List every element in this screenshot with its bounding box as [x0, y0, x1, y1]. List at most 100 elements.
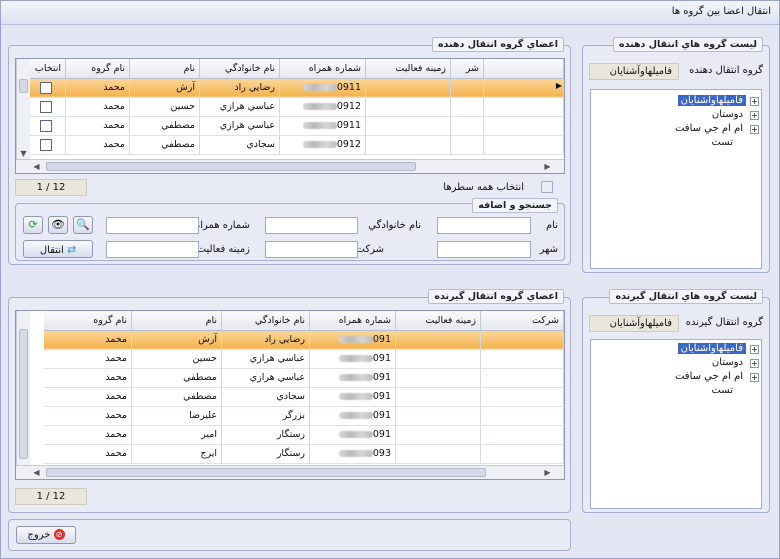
target-pager: 1 / 12: [15, 488, 87, 505]
table-row[interactable]: محمد ايرج رستگار 093: [43, 444, 564, 464]
redacted-digits: [338, 412, 373, 419]
window-title: انتقال اعضا بين گروه ها: [671, 6, 771, 17]
company-input[interactable]: [265, 241, 358, 258]
activity-label: زمينه فعاليت: [196, 244, 250, 255]
tree-node-mmgsoft[interactable]: + ام ام جي سافت: [599, 123, 759, 136]
source-groups-panel: ليست گروه هاي انتقال دهنده گروه انتقال د…: [582, 37, 770, 273]
tree-node-family[interactable]: + فاميلهاوآشنايان: [599, 343, 759, 356]
column-header[interactable]: نام خانوادگي: [221, 311, 310, 331]
source-members-title: اعضاي گروه انتقال دهنده: [431, 37, 564, 52]
source-horizontal-scrollbar[interactable]: ◀ ▶: [16, 159, 564, 173]
scroll-left-icon[interactable]: ◀: [32, 468, 41, 477]
column-header[interactable]: نام گروه: [43, 311, 132, 331]
column-header[interactable]: شركت: [480, 311, 564, 331]
exit-icon: ⊘: [53, 529, 65, 540]
redacted-digits: [338, 450, 373, 457]
city-label: شهر: [539, 244, 558, 255]
column-header[interactable]: نام: [131, 311, 222, 331]
scroll-left-icon[interactable]: ◀: [32, 162, 41, 171]
source-members-panel: اعضاي گروه انتقال دهنده انتخاب نام گروه …: [8, 37, 571, 265]
mobile-input[interactable]: [106, 217, 199, 234]
column-header[interactable]: شماره همراه: [279, 59, 366, 79]
table-row[interactable]: محمد مصطفي سجادي 091: [43, 387, 564, 407]
table-row[interactable]: محمد امير رستگار 091: [43, 425, 564, 445]
source-members-grid[interactable]: انتخاب نام گروه نام نام خانوادگي شماره ه…: [15, 58, 565, 174]
mobile-label: شماره همراه: [194, 220, 250, 231]
expand-icon[interactable]: +: [750, 359, 759, 368]
search-button[interactable]: 🔍: [73, 216, 93, 234]
target-group-tree[interactable]: + فاميلهاوآشنايان + دوستان + ام ام جي سا…: [590, 339, 762, 509]
view-button[interactable]: 👁: [48, 216, 68, 234]
column-header[interactable]: شر: [450, 59, 484, 79]
target-members-grid[interactable]: نام گروه نام نام خانوادگي شماره همراه زم…: [15, 310, 565, 480]
source-vertical-scrollbar[interactable]: ▼: [16, 59, 30, 160]
column-header[interactable]: شماره همراه: [309, 311, 396, 331]
source-group-combo[interactable]: فاميلهاوآشنايان: [589, 63, 679, 80]
expand-icon[interactable]: +: [750, 373, 759, 382]
tree-node-friends[interactable]: + دوستان: [599, 357, 759, 370]
table-row[interactable]: محمد آرش رضايي راد 091: [43, 330, 564, 350]
refresh-button[interactable]: ⟳: [23, 216, 43, 234]
table-row[interactable]: محمد مصطفي عباسي هرازي 091: [43, 368, 564, 388]
column-header[interactable]: زمينه فعاليت: [395, 311, 481, 331]
table-row[interactable]: محمد آرش رضايي راد 0911: [27, 78, 564, 98]
transfer-button[interactable]: انتقال ⇄: [23, 240, 93, 258]
table-row[interactable]: محمد حسين عباسي هرازي 091: [43, 349, 564, 369]
scroll-down-icon[interactable]: ▼: [19, 149, 28, 158]
target-members-panel: اعضاي گروه انتقال گيرنده نام گروه نام نا…: [8, 289, 571, 513]
target-horizontal-scrollbar[interactable]: ◀ ▶: [16, 465, 564, 479]
row-checkbox[interactable]: [40, 138, 53, 151]
table-row[interactable]: محمد مصطفي سجادي 0912: [27, 135, 564, 155]
target-groups-panel: ليست گروه هاي انتقال گيرنده گروه انتقال …: [582, 289, 770, 513]
scroll-right-icon[interactable]: ▶: [543, 162, 552, 171]
title-bar: انتقال اعضا بين گروه ها: [1, 1, 779, 25]
expand-icon[interactable]: +: [750, 125, 759, 134]
target-group-label: گروه انتقال گيرنده: [685, 317, 763, 328]
tree-node-friends[interactable]: + دوستان: [599, 109, 759, 122]
column-header[interactable]: نام خانوادگي: [199, 59, 280, 79]
source-groups-title: ليست گروه هاي انتقال دهنده: [613, 37, 763, 52]
tree-node-family[interactable]: + فاميلهاوآشنايان: [599, 95, 759, 108]
row-checkbox[interactable]: [40, 119, 53, 132]
footer-panel: خروج ⊘: [8, 519, 571, 551]
source-pager: 1 / 12: [15, 179, 87, 196]
name-input[interactable]: [437, 217, 531, 234]
exit-button[interactable]: خروج ⊘: [16, 526, 76, 544]
redacted-digits: [302, 103, 337, 110]
source-group-tree[interactable]: + فاميلهاوآشنايان + دوستان + ام ام جي سا…: [590, 89, 762, 269]
expand-icon[interactable]: +: [750, 345, 759, 354]
redacted-digits: [302, 141, 337, 148]
expand-icon[interactable]: +: [750, 111, 759, 120]
tree-node-test[interactable]: تست: [599, 385, 759, 398]
column-header[interactable]: نام گروه: [65, 59, 130, 79]
target-groups-title: ليست گروه هاي انتقال گيرنده: [609, 289, 763, 304]
redacted-digits: [338, 431, 373, 438]
transfer-members-window: انتقال اعضا بين گروه ها ليست گروه هاي ان…: [0, 0, 780, 559]
scroll-right-icon[interactable]: ▶: [543, 468, 552, 477]
expand-icon[interactable]: +: [750, 97, 759, 106]
tree-node-mmgsoft[interactable]: + ام ام جي سافت: [599, 371, 759, 384]
column-header[interactable]: انتخاب: [27, 59, 66, 79]
select-all-checkbox[interactable]: [541, 181, 553, 193]
redacted-digits: [338, 336, 373, 343]
redacted-digits: [338, 374, 373, 381]
row-checkbox[interactable]: [40, 81, 53, 94]
search-panel: جستجو و اضافه نام نام خانوادگي شماره همر…: [15, 198, 565, 261]
table-row[interactable]: محمد مصطفي عباسي هرازي 0911: [27, 116, 564, 136]
family-input[interactable]: [265, 217, 358, 234]
target-vertical-scrollbar[interactable]: [16, 311, 30, 466]
table-row[interactable]: محمد عليرضا بزرگر 091: [43, 406, 564, 426]
target-group-combo[interactable]: فاميلهاوآشنايان: [589, 315, 679, 332]
current-row-indicator-icon: ▶: [555, 81, 563, 90]
table-row[interactable]: محمد حسين عباسي هرازي 0912: [27, 97, 564, 117]
city-input[interactable]: [437, 241, 531, 258]
column-header[interactable]: نام: [129, 59, 200, 79]
tree-node-test[interactable]: تست: [599, 137, 759, 150]
search-title: جستجو و اضافه: [472, 198, 558, 213]
redacted-digits: [338, 393, 373, 400]
row-checkbox[interactable]: [40, 100, 53, 113]
column-header[interactable]: زمينه فعاليت: [365, 59, 451, 79]
select-all-label: انتخاب همه سطرها: [443, 182, 524, 193]
name-label: نام: [545, 220, 558, 231]
activity-input[interactable]: [106, 241, 199, 258]
